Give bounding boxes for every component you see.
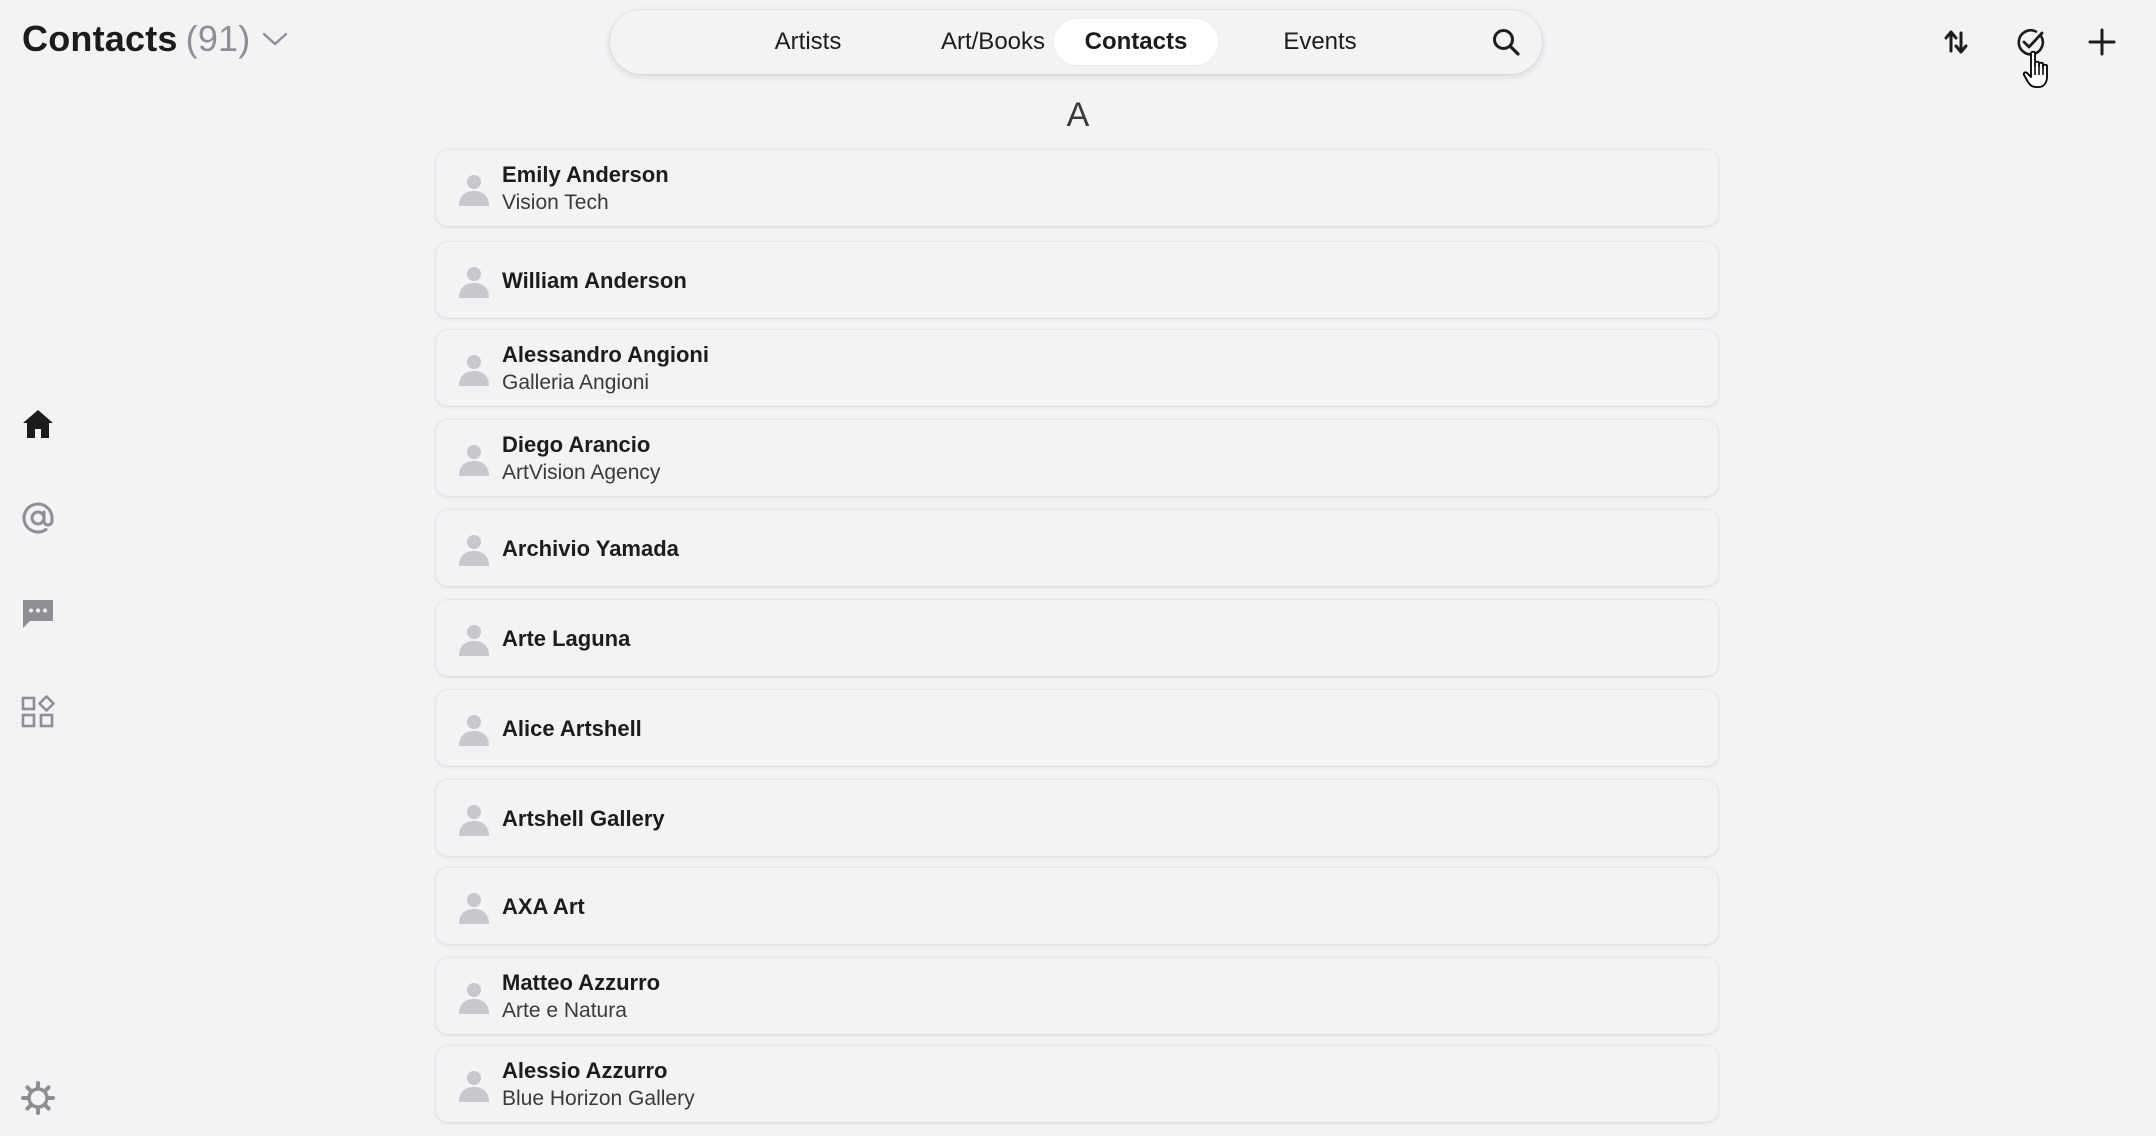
- contact-company: Vision Tech: [502, 190, 609, 214]
- section-header: A: [1066, 96, 1090, 134]
- sort-button[interactable]: [1936, 22, 1976, 62]
- contact-text: Alice Artshell: [502, 690, 642, 766]
- add-button[interactable]: [2082, 22, 2122, 62]
- person-avatar-icon: [459, 267, 489, 298]
- contact-name: William Anderson: [502, 267, 687, 293]
- contact-text: Alessio Azzurro Blue Horizon Gallery: [502, 1046, 695, 1122]
- contact-row[interactable]: AXA Art: [436, 868, 1718, 944]
- contact-company: Arte e Natura: [502, 998, 627, 1022]
- plus-icon: [2088, 28, 2116, 56]
- contact-text: AXA Art: [502, 868, 585, 944]
- contact-name: Alice Artshell: [502, 715, 642, 741]
- person-avatar-icon: [459, 1071, 489, 1102]
- page-title-dropdown[interactable]: Contacts (91): [22, 18, 288, 60]
- person-avatar-icon: [459, 893, 489, 924]
- chat-bubble-icon: [23, 600, 53, 628]
- contact-row[interactable]: Artshell Gallery: [436, 780, 1718, 856]
- search-button[interactable]: [1488, 24, 1524, 60]
- contact-row[interactable]: William Anderson: [436, 242, 1718, 318]
- contact-text: William Anderson: [502, 242, 687, 318]
- contact-company: Blue Horizon Gallery: [502, 1086, 695, 1110]
- contact-row[interactable]: Arte Laguna: [436, 600, 1718, 676]
- contact-text: Artshell Gallery: [502, 780, 665, 856]
- contact-name: AXA Art: [502, 893, 585, 919]
- contact-text: Matteo Azzurro Arte e Natura: [502, 958, 660, 1034]
- search-icon: [1493, 29, 1520, 56]
- contact-name: Emily Anderson: [502, 161, 669, 187]
- person-avatar-icon: [459, 175, 489, 206]
- contact-row[interactable]: Alessio Azzurro Blue Horizon Gallery: [436, 1046, 1718, 1122]
- contact-row[interactable]: Diego Arancio ArtVision Agency: [436, 420, 1718, 496]
- contact-row[interactable]: Alessandro Angioni Galleria Angioni: [436, 330, 1718, 406]
- settings-button[interactable]: [18, 1078, 58, 1118]
- contact-name: Arte Laguna: [502, 625, 631, 651]
- contact-text: Archivio Yamada: [502, 510, 679, 586]
- contact-text: Alessandro Angioni Galleria Angioni: [502, 330, 709, 406]
- person-avatar-icon: [459, 983, 489, 1014]
- person-avatar-icon: [459, 445, 489, 476]
- sort-arrows-icon: [1944, 30, 1968, 54]
- sidebar-item-messages[interactable]: [18, 594, 58, 634]
- person-avatar-icon: [459, 535, 489, 566]
- contact-name: Alessandro Angioni: [502, 341, 709, 367]
- tab-artists[interactable]: Artists: [734, 19, 882, 65]
- tab-events[interactable]: Events: [1246, 19, 1394, 65]
- contact-count: (91): [185, 18, 251, 59]
- section-nav: Artists Art/Books Contacts Events: [610, 10, 1542, 74]
- contact-company: Galleria Angioni: [502, 370, 650, 394]
- contact-name: Alessio Azzurro: [502, 1057, 668, 1083]
- person-avatar-icon: [459, 805, 489, 836]
- contact-row[interactable]: Archivio Yamada: [436, 510, 1718, 586]
- at-sign-icon: [22, 502, 54, 534]
- check-circle-icon: [2017, 29, 2045, 56]
- contact-name: Matteo Azzurro: [502, 969, 661, 995]
- apps-grid-icon: [21, 695, 55, 728]
- sidebar-item-home[interactable]: [18, 404, 58, 444]
- person-avatar-icon: [459, 625, 489, 656]
- contact-company: ArtVision Agency: [502, 460, 661, 484]
- person-avatar-icon: [459, 355, 489, 386]
- sidebar-item-email[interactable]: [18, 498, 58, 538]
- contact-name: Artshell Gallery: [502, 805, 665, 831]
- sidebar-item-apps[interactable]: [18, 692, 58, 732]
- contact-text: Arte Laguna: [502, 600, 630, 676]
- contact-name: Archivio Yamada: [502, 535, 679, 561]
- select-button[interactable]: [2010, 22, 2050, 62]
- contact-row[interactable]: Alice Artshell: [436, 690, 1718, 766]
- tab-contacts[interactable]: Contacts: [1054, 19, 1218, 65]
- contact-text: Emily Anderson Vision Tech: [502, 150, 669, 226]
- page-title: Contacts: [22, 18, 178, 59]
- chevron-down-icon: [263, 32, 288, 46]
- home-icon: [23, 410, 53, 438]
- contact-row[interactable]: Matteo Azzurro Arte e Natura: [436, 958, 1718, 1034]
- contact-text: Diego Arancio ArtVision Agency: [502, 420, 660, 496]
- person-avatar-icon: [459, 715, 489, 746]
- gear-icon: [21, 1081, 55, 1115]
- contact-name: Diego Arancio: [502, 431, 651, 457]
- contact-row[interactable]: Emily Anderson Vision Tech: [436, 150, 1718, 226]
